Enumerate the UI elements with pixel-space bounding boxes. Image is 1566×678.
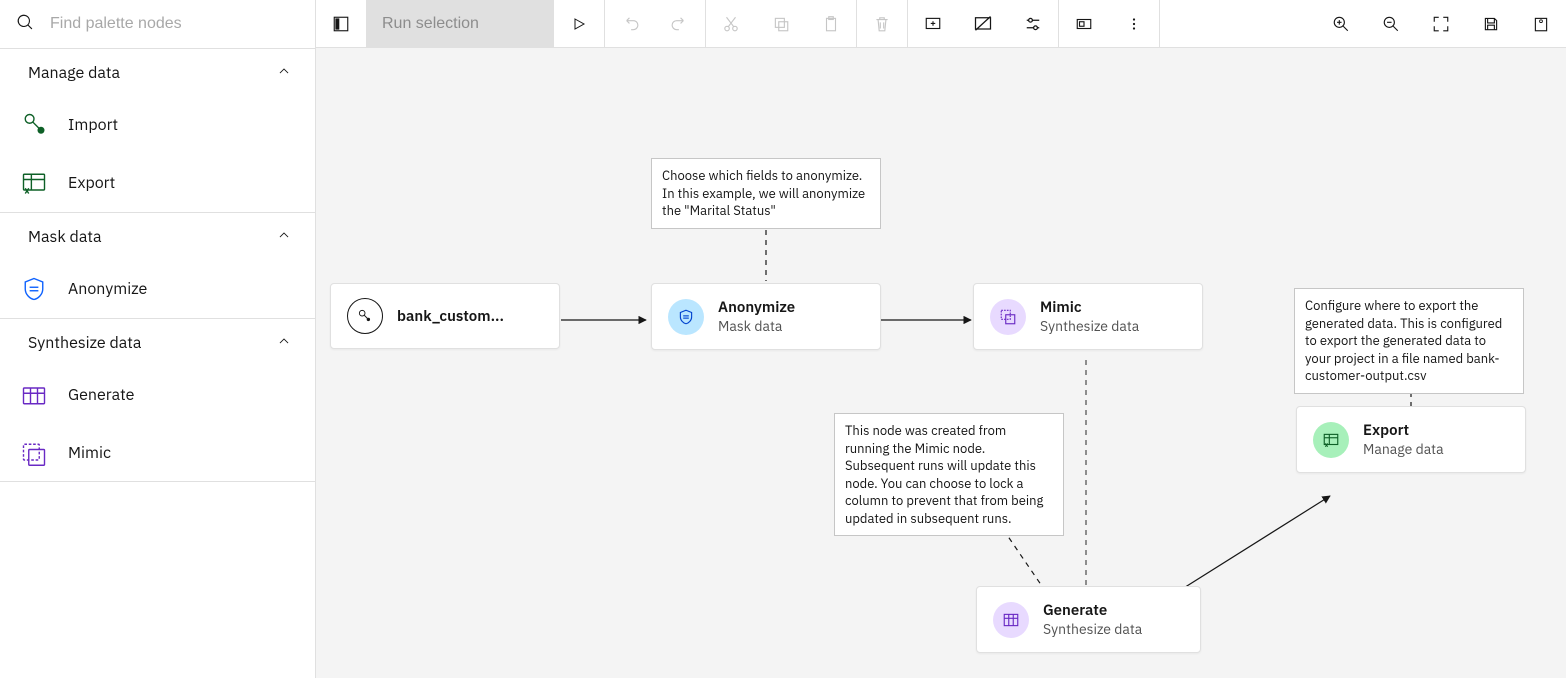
import-icon	[20, 111, 48, 139]
mimic-node-icon	[990, 299, 1026, 335]
palette-sidebar: Manage data Import	[0, 0, 316, 678]
comment-text: Configure where to export the generated …	[1305, 297, 1502, 384]
comment-generate[interactable]: This node was created from running the M…	[834, 413, 1064, 536]
zoom-in-button[interactable]	[1316, 0, 1366, 47]
node-mimic[interactable]: Mimic Synthesize data	[973, 283, 1203, 350]
section-manage-data[interactable]: Manage data	[0, 48, 315, 96]
chevron-up-icon	[277, 63, 291, 83]
search-icon	[16, 13, 34, 35]
anonymize-icon	[20, 275, 48, 303]
node-subtitle: Manage data	[1363, 440, 1444, 458]
source-node-icon	[347, 298, 383, 334]
node-title: Anonymize	[718, 298, 795, 317]
copy-button[interactable]	[756, 0, 806, 47]
palette-item-mimic[interactable]: Mimic	[0, 424, 315, 482]
flow-canvas[interactable]: Choose which fields to anonymize. In thi…	[316, 48, 1566, 678]
section-label: Synthesize data	[28, 333, 141, 353]
export-node-icon	[1313, 422, 1349, 458]
redo-button[interactable]	[655, 0, 705, 47]
chevron-up-icon	[277, 227, 291, 247]
palette-item-label: Mimic	[68, 443, 111, 463]
palette-item-label: Import	[68, 115, 118, 135]
comment-text: This node was created from running the M…	[845, 422, 1043, 527]
palette-item-label: Anonymize	[68, 279, 147, 299]
run-selection-label: Run selection	[382, 15, 479, 33]
node-anonymize[interactable]: Anonymize Mask data	[651, 283, 881, 350]
palette-item-generate[interactable]: Generate	[0, 366, 315, 424]
add-comment-button[interactable]	[908, 0, 958, 47]
zoom-out-button[interactable]	[1366, 0, 1416, 47]
palette-item-import[interactable]: Import	[0, 96, 315, 154]
generate-icon	[20, 381, 48, 409]
palette-item-export[interactable]: Export	[0, 154, 315, 212]
notifications-button[interactable]	[1516, 0, 1566, 47]
node-subtitle: Synthesize data	[1043, 620, 1142, 638]
mimic-icon	[20, 439, 48, 467]
node-generate[interactable]: Generate Synthesize data	[976, 586, 1201, 653]
palette-search-input[interactable]	[50, 15, 299, 33]
run-selection-button: Run selection	[366, 0, 554, 47]
paste-button[interactable]	[806, 0, 856, 47]
overflow-menu-button[interactable]	[1109, 0, 1159, 47]
toggle-comments-button[interactable]	[958, 0, 1008, 47]
collapse-sidebar-button[interactable]	[316, 0, 366, 47]
delete-button[interactable]	[857, 0, 907, 47]
section-synthesize-data[interactable]: Synthesize data	[0, 318, 315, 366]
node-title: Generate	[1043, 601, 1142, 620]
node-source[interactable]: bank_custom...	[330, 283, 560, 349]
export-icon	[20, 169, 48, 197]
run-button[interactable]	[554, 0, 604, 47]
section-label: Manage data	[28, 63, 120, 83]
fit-to-screen-button[interactable]	[1416, 0, 1466, 47]
anonymize-node-icon	[668, 299, 704, 335]
palette-item-label: Export	[68, 173, 115, 193]
comment-text: Choose which fields to anonymize. In thi…	[662, 167, 865, 219]
comment-export[interactable]: Configure where to export the generated …	[1294, 288, 1524, 394]
node-subtitle: Mask data	[718, 317, 795, 335]
save-button[interactable]	[1466, 0, 1516, 47]
generate-node-icon	[993, 602, 1029, 638]
chevron-up-icon	[277, 333, 291, 353]
node-title: Export	[1363, 421, 1444, 440]
undo-button[interactable]	[605, 0, 655, 47]
canvas-toolbar: Run selection	[316, 0, 1566, 48]
cut-button[interactable]	[706, 0, 756, 47]
node-subtitle: Synthesize data	[1040, 317, 1139, 335]
section-label: Mask data	[28, 227, 102, 247]
node-title: Mimic	[1040, 298, 1139, 317]
node-export[interactable]: Export Manage data	[1296, 406, 1526, 473]
palette-item-anonymize[interactable]: Anonymize	[0, 260, 315, 318]
palette-search-row	[0, 0, 315, 48]
settings-button[interactable]	[1008, 0, 1058, 47]
comment-anonymize[interactable]: Choose which fields to anonymize. In thi…	[651, 158, 881, 229]
section-mask-data[interactable]: Mask data	[0, 212, 315, 260]
palette-item-label: Generate	[68, 385, 134, 405]
node-title: bank_custom...	[397, 307, 504, 326]
minimap-button[interactable]	[1059, 0, 1109, 47]
